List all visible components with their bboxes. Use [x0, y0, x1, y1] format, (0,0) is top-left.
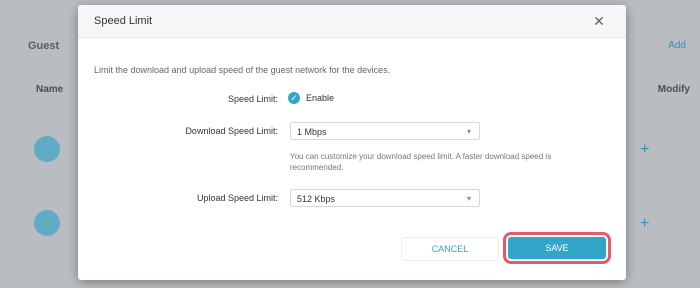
chevron-down-icon: ▾ — [466, 194, 471, 203]
device-icon — [34, 210, 60, 236]
speed-limit-dialog: Speed Limit ✕ Limit the download and upl… — [78, 5, 626, 280]
close-icon[interactable]: ✕ — [590, 12, 608, 30]
background-column-modify: Modify — [657, 84, 690, 95]
download-speed-value: 1 Mbps — [297, 127, 327, 137]
download-speed-label: Download Speed Limit: — [185, 126, 278, 136]
dialog-title: Speed Limit — [94, 15, 153, 27]
download-speed-hint: You can customize your download speed li… — [290, 152, 552, 172]
speed-limit-checkbox-label: Enable — [306, 93, 335, 103]
upload-speed-label: Upload Speed Limit: — [196, 193, 278, 203]
background-column-name: Name — [36, 84, 64, 95]
check-icon[interactable]: ✓ — [288, 92, 300, 104]
background-add-link[interactable]: Add — [668, 40, 686, 51]
upload-speed-value: 512 Kbps — [297, 194, 336, 204]
cancel-button[interactable]: CANCEL — [401, 237, 499, 261]
download-speed-select[interactable]: 1 Mbps ▾ — [290, 122, 480, 140]
upload-speed-select[interactable]: 512 Kbps ▾ — [290, 189, 480, 207]
speed-limit-label: Speed Limit: — [227, 94, 278, 104]
speed-limit-checkbox[interactable]: ✓ Enable — [288, 92, 334, 104]
save-button[interactable]: SAVE — [503, 232, 611, 264]
plus-icon[interactable]: + — [640, 142, 652, 158]
dialog-header: Speed Limit ✕ — [78, 5, 626, 38]
device-icon — [34, 136, 60, 162]
plus-icon[interactable]: + — [640, 216, 652, 232]
dialog-description: Limit the download and upload speed of t… — [94, 65, 391, 75]
background-title: Guest — [28, 40, 60, 52]
chevron-down-icon: ▾ — [466, 127, 471, 136]
